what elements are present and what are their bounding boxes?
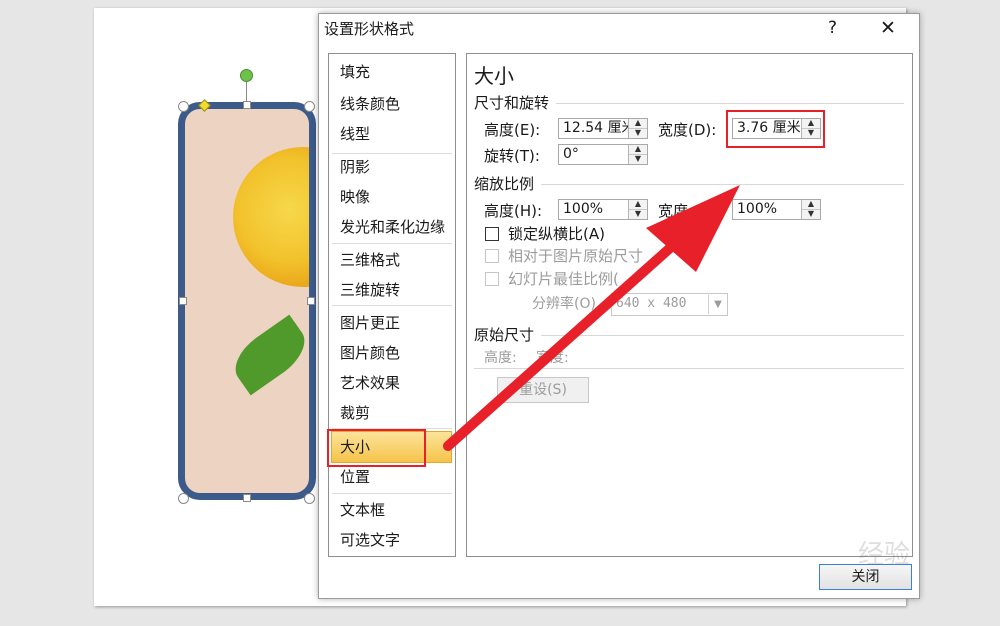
highlight-box [327,429,426,467]
annotation-arrow [443,185,740,451]
